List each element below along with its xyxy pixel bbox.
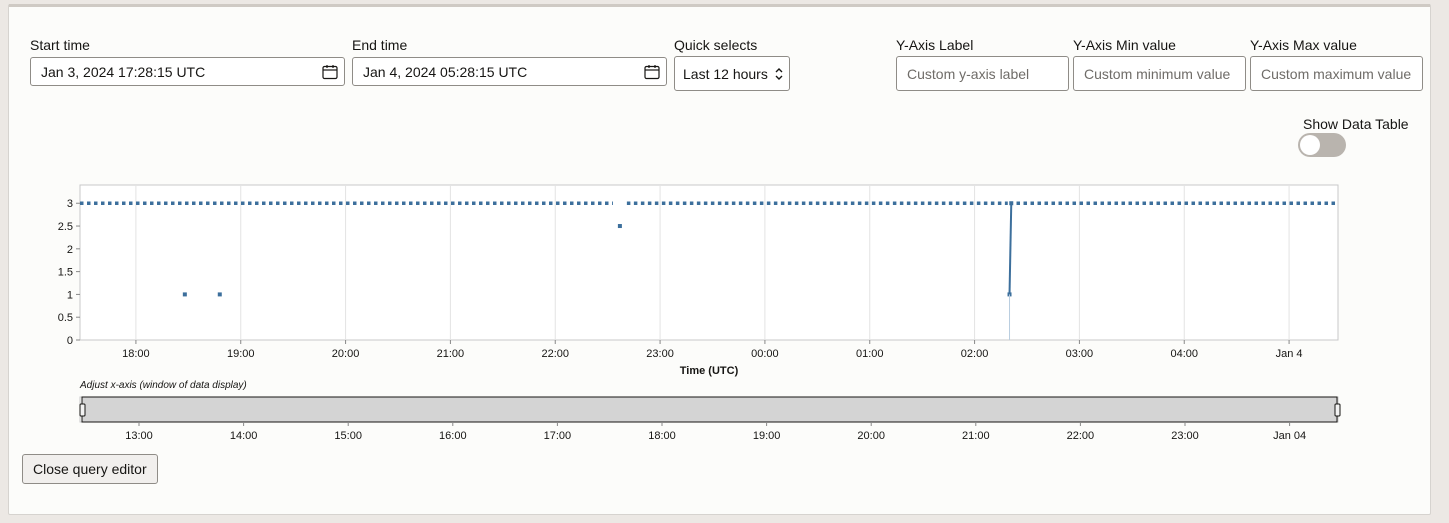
brush-x-tick-label: Jan 04: [1273, 430, 1306, 442]
y-axis-max-label: Y-Axis Max value: [1250, 37, 1357, 53]
close-query-editor-button[interactable]: Close query editor: [22, 454, 158, 484]
y-tick-label: 2.5: [58, 221, 73, 233]
start-time-value: Jan 3, 2024 17:28:15 UTC: [41, 63, 206, 80]
quick-selects-label: Quick selects: [674, 37, 758, 53]
x-tick-label: 18:00: [122, 348, 150, 360]
start-time-input[interactable]: Jan 3, 2024 17:28:15 UTC: [30, 57, 345, 86]
drag-handle-icon[interactable]: [1334, 403, 1341, 417]
brush-x-tick-label: 23:00: [1171, 430, 1199, 442]
show-data-table-label: Show Data Table: [1303, 116, 1409, 132]
brush-x-tick-label: 13:00: [125, 430, 153, 442]
end-time-input[interactable]: Jan 4, 2024 05:28:15 UTC: [352, 57, 667, 86]
start-time-label: Start time: [30, 37, 90, 53]
close-query-editor-label: Close query editor: [33, 461, 147, 477]
brush-x-tick-label: 17:00: [544, 430, 572, 442]
data-point: [182, 292, 187, 297]
quick-selects-value: Last 12 hours: [683, 65, 768, 82]
x-tick-label: 19:00: [227, 348, 255, 360]
calendar-icon[interactable]: [322, 64, 338, 80]
x-axis-title: Time (UTC): [680, 365, 739, 377]
x-tick-label: 20:00: [332, 348, 360, 360]
x-tick-label: 00:00: [751, 348, 779, 360]
brush-selection[interactable]: [81, 396, 1338, 423]
data-point: [217, 292, 222, 297]
quick-selects-dropdown[interactable]: Last 12 hours: [674, 56, 790, 91]
drag-handle-icon[interactable]: [79, 403, 86, 417]
x-tick-label: 21:00: [437, 348, 465, 360]
y-tick-label: 0: [67, 335, 73, 347]
toggle-knob: [1300, 135, 1320, 155]
main-chart: 0 0.5 1 1.5 2 2.5 3 18:00 19:00 20:00 21:00 22:00 2…: [58, 184, 1339, 377]
y-axis-label-input[interactable]: [896, 56, 1069, 91]
show-data-table-toggle[interactable]: [1298, 133, 1346, 157]
x-tick-label: Jan 4: [1276, 348, 1303, 360]
plot-area: [79, 184, 1339, 341]
brush-x-tick-label: 20:00: [857, 430, 885, 442]
data-point: [617, 224, 622, 229]
brush-x-tick-label: 15:00: [334, 430, 362, 442]
y-tick-label: 2: [67, 244, 73, 256]
updown-chevron-icon: [775, 68, 783, 80]
x-tick-label: 01:00: [856, 348, 884, 360]
y-tick-label: 3: [67, 198, 73, 210]
slider-caption: Adjust x-axis (window of data display): [80, 380, 247, 391]
brush-x-tick-label: 16:00: [439, 430, 467, 442]
calendar-icon[interactable]: [644, 64, 660, 80]
x-axis-brush: 13:00 14:00 15:00 16:00 17:00 18:00 19:00 20:00…: [79, 396, 1341, 442]
y-tick-label: 1.5: [58, 267, 73, 279]
y-axis-min-label: Y-Axis Min value: [1073, 37, 1176, 53]
x-tick-label: 03:00: [1066, 348, 1094, 360]
y-tick-label: 1: [67, 289, 73, 301]
end-time-label: End time: [352, 37, 408, 53]
y-axis-max-input[interactable]: [1250, 56, 1423, 91]
x-tick-label: 04:00: [1170, 348, 1198, 360]
brush-x-tick-label: 22:00: [1067, 430, 1095, 442]
end-time-value: Jan 4, 2024 05:28:15 UTC: [363, 63, 528, 80]
brush-x-tick-label: 18:00: [648, 430, 676, 442]
y-tick-label: 0.5: [58, 312, 73, 324]
brush-x-tick-label: 21:00: [962, 430, 990, 442]
x-tick-label: 22:00: [541, 348, 569, 360]
x-tick-label: 23:00: [646, 348, 674, 360]
y-axis-min-input[interactable]: [1073, 56, 1246, 91]
brush-x-tick-label: 14:00: [230, 430, 258, 442]
y-axis-label-label: Y-Axis Label: [896, 37, 974, 53]
x-tick-label: 02:00: [961, 348, 989, 360]
brush-x-tick-label: 19:00: [753, 430, 781, 442]
